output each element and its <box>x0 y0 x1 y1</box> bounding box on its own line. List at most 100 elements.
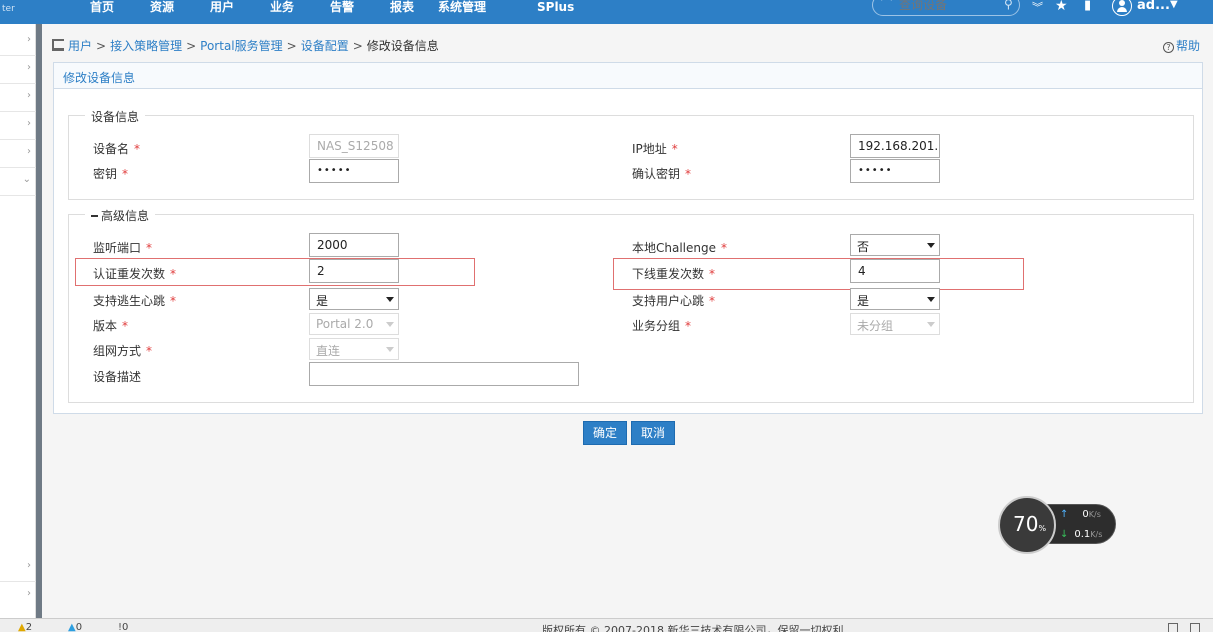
confirm-key-password-field[interactable]: ••••• <box>850 159 940 183</box>
brand-text: ter <box>2 4 15 14</box>
device-search-box: ⌒ ⚲ <box>872 0 1020 16</box>
breadcrumb-link-users[interactable]: 用户 <box>68 39 92 53</box>
device-name-field: NAS_S12508 <box>309 134 399 158</box>
cancel-button[interactable]: 取消 <box>631 421 675 445</box>
escape-heartbeat-select[interactable]: 是 <box>309 288 399 310</box>
alarm-count-3[interactable]: !0 <box>118 622 128 632</box>
user-heartbeat-label: 支持用户心跳 * <box>632 294 716 308</box>
chevron-right-icon: › <box>27 118 31 129</box>
listen-port-field[interactable]: 2000 <box>309 233 399 257</box>
nav-reports[interactable]: 报表 <box>390 0 414 24</box>
sidebar-scrollbar[interactable] <box>36 24 42 618</box>
nav-home[interactable]: 首页 <box>90 0 114 24</box>
dropdown-arrow-icon <box>927 322 935 327</box>
warning-icon: ▲ <box>18 622 26 632</box>
device-description-field[interactable] <box>309 362 579 386</box>
auth-retry-count-field[interactable]: 2 <box>309 259 399 283</box>
nav-services[interactable]: 业务 <box>270 0 294 24</box>
chevron-down-icon: ⌄ <box>22 174 31 185</box>
search-prefix-icon: ⌒ <box>881 0 892 10</box>
network-mode-select: 直连 <box>309 338 399 360</box>
nav-alarms[interactable]: 告警 <box>330 0 354 24</box>
sidebar-item[interactable]: › <box>0 140 36 168</box>
footer-window-icon[interactable] <box>1190 623 1200 632</box>
device-description-label: 设备描述 <box>93 370 142 384</box>
offline-retry-count-field[interactable]: 4 <box>850 259 940 283</box>
chevron-down-icon[interactable]: ▼ <box>1170 0 1178 10</box>
local-challenge-select[interactable]: 否 <box>850 234 940 256</box>
dropdown-arrow-icon <box>386 322 394 327</box>
device-info-section: 设备信息 <box>68 108 1194 200</box>
version-select: Portal 2.0 <box>309 313 399 335</box>
nav-resources[interactable]: 资源 <box>150 0 174 24</box>
double-chevron-down-icon[interactable]: ︾ <box>1032 0 1043 15</box>
breadcrumb-home-icon <box>52 39 64 51</box>
breadcrumb-link-portal-service[interactable]: Portal服务管理 <box>200 39 282 53</box>
nav-system-management[interactable]: 系统管理 <box>438 0 486 24</box>
chevron-right-icon: › <box>27 62 31 73</box>
download-arrow-icon: ↓ <box>1060 529 1069 540</box>
sidebar-item-expanded[interactable]: ⌄ <box>0 168 36 196</box>
service-group-label: 业务分组 * <box>632 319 692 333</box>
sidebar-item[interactable]: › <box>0 582 36 610</box>
sidebar-item[interactable]: › <box>0 554 36 582</box>
warning-icon: ▲ <box>68 622 76 632</box>
network-speed-widget[interactable]: 70% ↑ 0K/s ↓ 0.1K/s <box>998 496 1118 554</box>
advanced-info-legend-label: 高级信息 <box>101 209 150 223</box>
usage-gauge: 70% <box>998 496 1056 554</box>
key-password-field[interactable]: ••••• <box>309 159 399 183</box>
key-label: 密钥 * <box>93 167 129 181</box>
alarm-count-2[interactable]: ▲0 <box>68 622 82 632</box>
network-mode-value: 直连 <box>316 344 341 358</box>
upload-arrow-icon: ↑ <box>1060 509 1069 520</box>
username[interactable]: ad... <box>1137 0 1170 13</box>
breadcrumb-link-device-config[interactable]: 设备配置 <box>301 39 349 53</box>
breadcrumb-link-access-policy[interactable]: 接入策略管理 <box>110 39 182 53</box>
device-search-input[interactable] <box>899 0 999 12</box>
panel-title: 修改设备信息 <box>63 71 136 85</box>
chevron-right-icon: › <box>27 90 31 101</box>
user-heartbeat-select[interactable]: 是 <box>850 288 940 310</box>
left-sidebar: › › › › › ⌄ › › <box>0 24 36 618</box>
collapse-minus-icon <box>91 215 98 217</box>
footer-window-icon[interactable] <box>1168 623 1178 632</box>
help-link[interactable]: ? 帮助 <box>1163 37 1200 54</box>
network-mode-label: 组网方式 * <box>93 344 153 358</box>
escape-heartbeat-label: 支持逃生心跳 * <box>93 294 177 308</box>
sidebar-item[interactable]: › <box>0 84 36 112</box>
dropdown-arrow-icon <box>386 297 394 302</box>
upload-speed: ↑ 0K/s <box>1060 509 1101 520</box>
nav-splus[interactable]: SPlus <box>537 0 574 24</box>
ok-button[interactable]: 确定 <box>583 421 627 445</box>
user-avatar-icon[interactable] <box>1112 0 1132 16</box>
dropdown-arrow-icon <box>927 243 935 248</box>
version-label: 版本 * <box>93 319 129 333</box>
advanced-info-legend[interactable]: 高级信息 <box>85 207 156 224</box>
footer-bar: ▲2 ▲0 !0 版权所有 © 2007-2018 新华三技术有限公司，保留一切… <box>0 618 1213 632</box>
chevron-right-icon: › <box>27 146 31 157</box>
bookmark-icon[interactable]: ▮ <box>1084 0 1091 13</box>
dropdown-arrow-icon <box>927 297 935 302</box>
search-icon[interactable]: ⚲ <box>1004 0 1013 11</box>
download-speed: ↓ 0.1K/s <box>1060 529 1103 540</box>
nav-users[interactable]: 用户 <box>210 0 234 24</box>
listen-port-label: 监听端口 * <box>93 241 153 255</box>
sidebar-item[interactable]: › <box>0 112 36 140</box>
sidebar-item[interactable]: › <box>0 56 36 84</box>
user-heartbeat-value: 是 <box>857 294 870 308</box>
star-icon[interactable]: ★ <box>1055 0 1068 14</box>
edit-device-panel: 修改设备信息 设备信息 高级信息 <box>53 62 1203 414</box>
local-challenge-value: 否 <box>857 240 870 254</box>
alarm-count-1[interactable]: ▲2 <box>18 622 32 632</box>
advanced-info-section: 高级信息 <box>68 207 1194 403</box>
chevron-right-icon: › <box>27 588 31 599</box>
breadcrumb-current: 修改设备信息 <box>366 39 439 53</box>
version-value: Portal 2.0 <box>316 317 374 331</box>
sidebar-item[interactable]: › <box>0 28 36 56</box>
local-challenge-label: 本地Challenge * <box>632 241 727 255</box>
help-icon: ? <box>1163 42 1174 53</box>
confirm-key-label: 确认密钥 * <box>632 167 692 181</box>
panel-header: 修改设备信息 <box>54 63 1202 89</box>
ip-address-field[interactable]: 192.168.201. <box>850 134 940 158</box>
chevron-right-icon: › <box>27 34 31 45</box>
